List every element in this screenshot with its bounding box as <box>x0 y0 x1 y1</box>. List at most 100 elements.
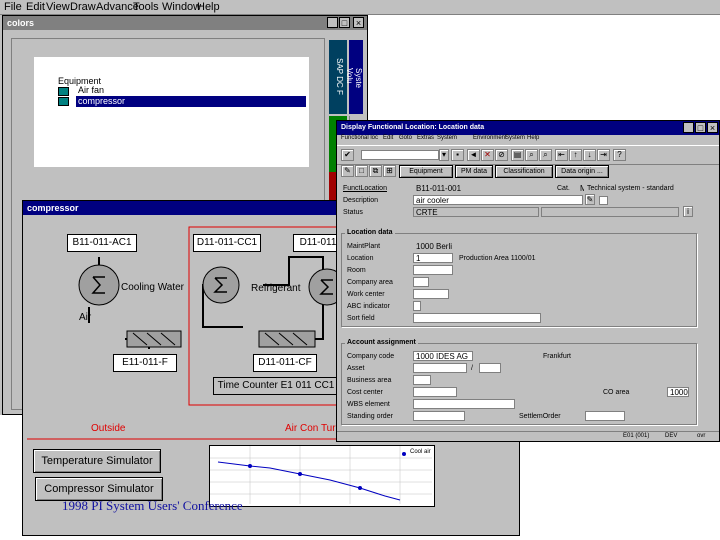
tree-item-air-fan[interactable]: Air fan <box>78 85 104 95</box>
sap-menu-item[interactable]: Help <box>527 135 539 141</box>
tag-air-fan[interactable]: E11-011-F <box>113 354 177 372</box>
create-icon[interactable]: □ <box>355 165 368 177</box>
menu-view[interactable]: View <box>46 1 70 13</box>
work-center-field[interactable] <box>413 289 449 299</box>
trend-legend-label: Cool air <box>410 449 431 455</box>
co-area-label: CO area <box>603 389 630 396</box>
exit-icon[interactable]: ✕ <box>481 149 494 161</box>
edit-icon[interactable]: ✎ <box>341 165 354 177</box>
description-field[interactable]: air cooler <box>413 195 583 205</box>
status-details-icon[interactable]: i <box>683 206 693 217</box>
asset-field[interactable] <box>413 363 467 373</box>
location-field[interactable]: 1 <box>413 253 453 263</box>
status-extra-field <box>541 207 679 217</box>
menu-bar: File Edit View Draw Advance Tools Window… <box>0 0 720 15</box>
tag-refrigerant-unit[interactable]: D11-011-CC1 <box>193 234 261 252</box>
location-description: Production Area 1100/01 <box>459 255 536 262</box>
compressor-icon <box>78 264 120 306</box>
command-field[interactable] <box>361 150 439 160</box>
cancel-icon[interactable]: ⊘ <box>495 149 508 161</box>
cost-center-label: Cost center <box>347 389 383 396</box>
category-label: Cat. <box>557 185 570 192</box>
trend-line <box>217 461 401 501</box>
equipment-button[interactable]: Equipment <box>399 165 453 178</box>
sap-menu-item[interactable]: Goto <box>399 135 412 141</box>
menu-file[interactable]: File <box>4 1 22 13</box>
description-label: Description <box>343 197 379 204</box>
first-page-icon[interactable]: ⇤ <box>555 149 568 161</box>
location-label: Location <box>347 255 374 262</box>
close-button[interactable]: × <box>707 122 718 133</box>
tag-air-cooler[interactable]: B11-011-AC1 <box>67 234 137 252</box>
company-area-field[interactable] <box>413 277 429 287</box>
co-area-field[interactable]: 1000 <box>667 387 689 397</box>
maximize-button[interactable]: □ <box>339 17 350 28</box>
minimize-button[interactable]: _ <box>683 122 694 133</box>
category-field[interactable]: M <box>577 183 585 193</box>
sap-menu-item[interactable]: Environment <box>473 135 507 141</box>
maint-plant-field[interactable]: 1000 Berlin <box>413 241 453 251</box>
company-code-label: Company code <box>347 353 395 360</box>
wbs-element-field[interactable] <box>413 399 515 409</box>
settlement-order-field[interactable] <box>585 411 625 421</box>
company-code-field[interactable]: 1000 IDES AG <box>413 351 473 361</box>
menu-draw[interactable]: Draw <box>70 1 96 13</box>
sap-menu-item[interactable]: Functional loc <box>341 135 378 141</box>
sap-menu-item[interactable]: Extras <box>417 135 434 141</box>
print-icon[interactable]: ▤ <box>511 149 524 161</box>
time-counter[interactable]: Time Counter E1 011 CC1 <box>213 377 339 395</box>
sap-menu-item[interactable]: Edit <box>383 135 393 141</box>
prev-page-icon[interactable]: ↑ <box>569 149 582 161</box>
tag-chiller[interactable]: D11-011-CF <box>253 354 317 372</box>
copy-icon[interactable]: ⧉ <box>369 165 382 177</box>
long-text-icon[interactable]: ✎ <box>585 194 595 205</box>
asset-subnumber-field[interactable] <box>479 363 501 373</box>
menu-help[interactable]: Help <box>197 1 220 13</box>
funct-location-field[interactable]: B11-011-001 <box>413 183 541 193</box>
sap-menu-item[interactable]: System <box>437 135 457 141</box>
sap-window: Display Functional Location: Location da… <box>336 120 720 442</box>
room-field[interactable] <box>413 265 453 275</box>
sap-menu-item[interactable]: System <box>505 135 525 141</box>
text-checkbox[interactable] <box>599 196 608 205</box>
room-label: Room <box>347 267 366 274</box>
cost-center-field[interactable] <box>413 387 457 397</box>
dropdown-icon[interactable]: ▾ <box>439 149 449 161</box>
equipment-icon <box>58 97 69 106</box>
find-icon[interactable]: ⌕ <box>525 149 538 161</box>
data-origin-button[interactable]: Data origin ... <box>555 165 609 178</box>
company-area-label: Company area <box>347 279 393 286</box>
colors-window-title: colors <box>3 16 367 30</box>
asset-separator: / <box>471 365 473 372</box>
maximize-button[interactable]: □ <box>695 122 706 133</box>
label-air: Air <box>79 312 92 323</box>
classification-button[interactable]: Classification <box>495 165 553 178</box>
abc-indicator-field[interactable] <box>413 301 421 311</box>
sort-field[interactable] <box>413 313 541 323</box>
status-server: DEV <box>665 433 678 439</box>
save-icon[interactable]: ▪ <box>451 149 464 161</box>
structure-icon[interactable]: ⊞ <box>383 165 396 177</box>
asset-label: Asset <box>347 365 365 372</box>
status-system: E01 (001) <box>623 433 650 439</box>
standing-order-field[interactable] <box>413 411 465 421</box>
last-page-icon[interactable]: ⇥ <box>597 149 610 161</box>
wbs-element-label: WBS element <box>347 401 390 408</box>
menu-window[interactable]: Window <box>162 1 201 13</box>
minimize-button[interactable]: _ <box>327 17 338 28</box>
tree-item-compressor[interactable]: compressor <box>76 96 306 107</box>
menu-tools[interactable]: Tools <box>133 1 159 13</box>
trend-point <box>248 464 252 468</box>
help-icon[interactable]: ? <box>613 149 626 161</box>
label-refrigerant: Refrigerant <box>251 283 301 294</box>
find-next-icon[interactable]: ⌕ <box>539 149 552 161</box>
check-icon[interactable]: ✔ <box>341 149 354 161</box>
menu-edit[interactable]: Edit <box>26 1 45 13</box>
temperature-simulator-button[interactable]: Temperature Simulator <box>33 449 161 473</box>
pm-data-button[interactable]: PM data <box>455 165 493 178</box>
close-button[interactable]: × <box>353 17 364 28</box>
back-icon[interactable]: ◄ <box>467 149 480 161</box>
next-page-icon[interactable]: ↓ <box>583 149 596 161</box>
status-label: Status <box>343 209 363 216</box>
business-area-field[interactable] <box>413 375 431 385</box>
